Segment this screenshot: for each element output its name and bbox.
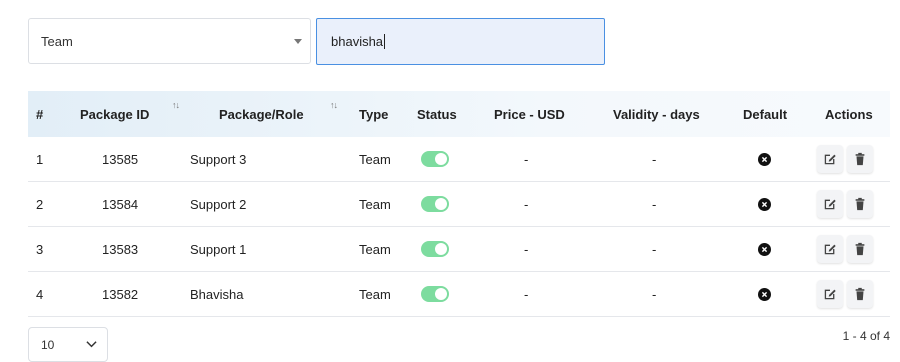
package-type: Team — [359, 197, 391, 212]
edit-button[interactable] — [817, 235, 843, 263]
toggle-knob — [435, 288, 447, 300]
package-id: 13585 — [102, 152, 139, 167]
price-value: - — [524, 197, 529, 212]
header-actions: Actions — [825, 107, 873, 122]
package-type: Team — [359, 287, 391, 302]
price-value: - — [524, 242, 529, 257]
package-type: Team — [359, 152, 391, 167]
packages-card: Team bhavisha # Package ID ↑↓ Package/Ro… — [0, 0, 900, 362]
x-circle-icon — [758, 198, 771, 211]
row-number: 3 — [36, 242, 44, 257]
text-cursor — [384, 34, 386, 49]
edit-icon — [824, 199, 836, 210]
trash-icon — [855, 242, 865, 256]
table-row: 3 13583 Support 1 Team - - — [28, 227, 890, 272]
package-role: Support 1 — [190, 242, 247, 257]
package-role: Support 2 — [190, 197, 247, 212]
table-header: # Package ID ↑↓ Package/Role ↑↓ Type Sta… — [28, 91, 890, 137]
edit-icon — [824, 289, 836, 300]
chevron-down-icon — [86, 341, 97, 348]
package-role: Support 3 — [190, 152, 247, 167]
validity-value: - — [652, 287, 657, 302]
header-package-id[interactable]: Package ID — [80, 107, 149, 122]
header-package-role[interactable]: Package/Role — [219, 107, 304, 122]
sort-arrows-icon[interactable]: ↑↓ — [172, 100, 180, 110]
package-role: Bhavisha — [190, 287, 244, 302]
header-type: Type — [359, 107, 389, 122]
edit-icon — [824, 244, 836, 255]
package-type: Team — [359, 242, 391, 257]
caret-down-icon — [294, 39, 302, 44]
search-input-value: bhavisha — [331, 34, 384, 49]
status-toggle[interactable] — [421, 286, 449, 302]
packages-table: # Package ID ↑↓ Package/Role ↑↓ Type Sta… — [28, 91, 890, 317]
toggle-knob — [435, 198, 447, 210]
header-price: Price - USD — [494, 107, 565, 122]
status-toggle[interactable] — [421, 151, 449, 167]
x-circle-icon — [758, 243, 771, 256]
validity-value: - — [652, 197, 657, 212]
toggle-knob — [435, 153, 447, 165]
page-size-select[interactable]: 10 — [28, 327, 108, 362]
x-circle-icon — [758, 153, 771, 166]
pagination-range: 1 - 4 of 4 — [842, 329, 890, 343]
page-size-value: 10 — [41, 337, 55, 352]
delete-button[interactable] — [847, 235, 873, 263]
package-id: 13584 — [102, 197, 139, 212]
sort-arrows-icon[interactable]: ↑↓ — [330, 100, 338, 110]
header-validity: Validity - days — [613, 107, 700, 122]
status-toggle[interactable] — [421, 241, 449, 257]
table-row: 2 13584 Support 2 Team - - — [28, 182, 890, 227]
status-toggle[interactable] — [421, 196, 449, 212]
price-value: - — [524, 152, 529, 167]
edit-button[interactable] — [817, 145, 843, 173]
trash-icon — [855, 197, 865, 211]
header-number: # — [36, 107, 44, 122]
toggle-knob — [435, 243, 447, 255]
header-default: Default — [743, 107, 788, 122]
row-number: 2 — [36, 197, 44, 212]
validity-value: - — [652, 152, 657, 167]
table-row: 1 13585 Support 3 Team - - — [28, 137, 890, 182]
edit-button[interactable] — [817, 280, 843, 308]
search-input[interactable]: bhavisha — [316, 18, 605, 65]
x-circle-icon — [758, 288, 771, 301]
row-number: 4 — [36, 287, 44, 302]
role-type-value: Team — [41, 33, 73, 49]
trash-icon — [855, 152, 865, 166]
header-status: Status — [417, 107, 457, 122]
validity-value: - — [652, 242, 657, 257]
package-id: 13583 — [102, 242, 139, 257]
table-row: 4 13582 Bhavisha Team - - — [28, 272, 890, 317]
package-id: 13582 — [102, 287, 139, 302]
delete-button[interactable] — [847, 280, 873, 308]
delete-button[interactable] — [847, 190, 873, 218]
edit-icon — [824, 154, 836, 165]
price-value: - — [524, 287, 529, 302]
row-number: 1 — [36, 152, 44, 167]
delete-button[interactable] — [847, 145, 873, 173]
role-type-select[interactable]: Team — [28, 18, 311, 64]
trash-icon — [855, 287, 865, 301]
edit-button[interactable] — [817, 190, 843, 218]
